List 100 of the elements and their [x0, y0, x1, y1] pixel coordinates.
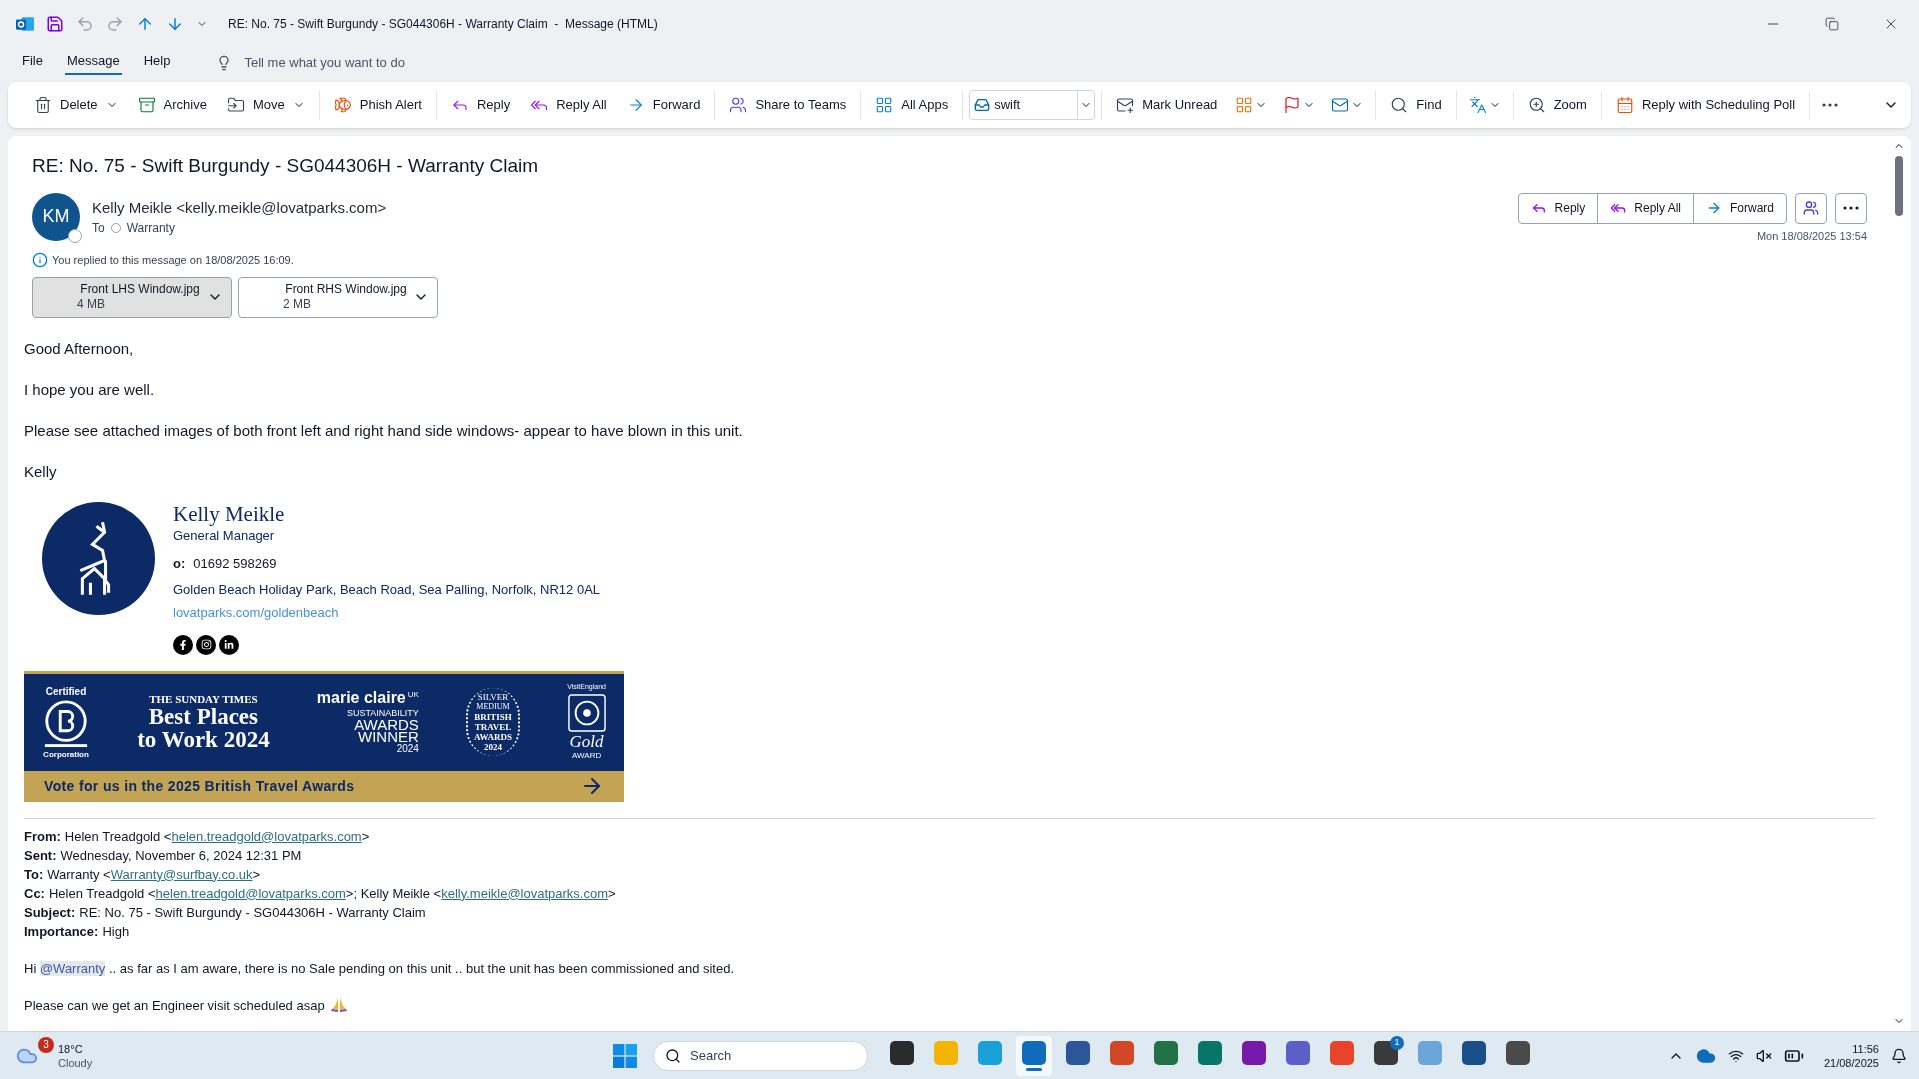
awards-banner[interactable]: [24, 670, 624, 802]
banner-text: Certified: [45, 684, 87, 699]
taskbar-search-field[interactable]: Search: [653, 1040, 868, 1071]
facebook-icon[interactable]: [173, 634, 193, 655]
menu-tab[interactable]: Help: [141, 51, 173, 75]
instagram-icon[interactable]: [196, 634, 216, 655]
menu-tab[interactable]: Message: [64, 51, 122, 75]
email-link[interactable]: kelly.meikle@lovatparks.com: [441, 885, 609, 901]
more-options-button[interactable]: [1835, 192, 1867, 224]
ribbon-button[interactable]: Share to Teams: [721, 90, 855, 120]
banner-text: AWARD: [572, 750, 602, 763]
message-text: Good Afternoon,: [24, 338, 135, 359]
window-title: RE: No. 75 - Swift Burgundy - SG044306H - Warranty Claim - Message (HTML): [228, 16, 658, 33]
website-link[interactable]: lovatparks.com/goldenbeach: [173, 603, 601, 623]
field-label: Importance:: [24, 922, 99, 941]
mention-link[interactable]: @Warranty: [39, 960, 106, 976]
arrow-down-icon[interactable]: [166, 15, 184, 33]
attachment-name: Front RHS Window.jpg: [285, 282, 407, 297]
signature-role: General Manager: [173, 526, 276, 545]
taskbar-app-icon[interactable]: [1016, 1035, 1052, 1076]
outlook-logo-icon[interactable]: [16, 15, 34, 33]
email-link[interactable]: helen.treadgold@lovatparks.com: [155, 885, 346, 901]
ribbon-button[interactable]: Reply with Scheduling Poll: [1607, 90, 1804, 120]
ribbon-button[interactable]: Mark Unread: [1108, 90, 1226, 120]
envelope-icon: [1116, 96, 1135, 114]
field-label: Cc:: [24, 884, 45, 903]
apps-grid-icon: [875, 96, 894, 114]
linkedin-icon[interactable]: [219, 634, 239, 655]
recipient-name[interactable]: Warranty: [126, 219, 175, 237]
header-action-button[interactable]: Reply All: [1597, 193, 1693, 223]
attachment-card[interactable]: Front RHS Window.jpg 2 MB: [238, 276, 438, 318]
banner-text: AWARDS: [474, 732, 513, 742]
weather-temperature: 18°C: [58, 1041, 84, 1056]
sender-name[interactable]: Kelly Meikle <kelly.meikle@lovatparks.com>: [92, 196, 387, 219]
ribbon-button[interactable]: Find: [1382, 90, 1450, 120]
field-label: Subject:: [24, 903, 76, 922]
teams-icon: [729, 96, 748, 114]
ribbon-button[interactable]: Reply All: [522, 90, 615, 120]
ribbon-button[interactable]: Delete: [26, 90, 126, 120]
weather-condition: Cloudy: [58, 1055, 93, 1070]
sender-avatar: KM: [32, 192, 80, 241]
banner-text: Corporation: [43, 748, 89, 761]
categorize-icon: [1235, 96, 1254, 114]
search-icon: [1390, 96, 1409, 114]
forward-icon: [1706, 200, 1722, 216]
folder-tray-icon: [974, 97, 991, 113]
more-icon: [1822, 103, 1839, 107]
trash-icon: [34, 96, 52, 114]
move-folder-icon: [226, 96, 245, 114]
zoom-icon: [1527, 96, 1546, 114]
field-value: Helen Treadgold <helen.treadgold@lovatparks.com>; Kelly Meikle <kelly.meikle@lovatparks.com>: [48, 884, 616, 903]
message-text: Please can we get an Engineer visit scheduled asap: [24, 995, 1875, 1015]
banner-text: Gold: [569, 734, 604, 751]
field-value: Helen Treadgold <helen.treadgold@lovatparks.com>: [64, 827, 370, 846]
restore-icon[interactable]: [1825, 17, 1839, 31]
scrollbar-thumb[interactable]: [1895, 156, 1903, 216]
banner-text: Vote for us in the 2025 British Travel Awards: [44, 776, 355, 796]
ribbon-button[interactable]: All Apps: [867, 90, 957, 120]
header-action-button[interactable]: Reply: [1518, 193, 1598, 223]
ribbon-button[interactable]: Archive: [129, 90, 215, 120]
info-icon: [32, 252, 48, 269]
translate-icon: [1468, 96, 1487, 114]
save-icon[interactable]: [46, 15, 64, 33]
message-subject: RE: No. 75 - Swift Burgundy - SG044306H - Warranty Claim: [32, 154, 540, 178]
ribbon-button[interactable]: Reply: [442, 90, 519, 120]
notification-badge: 1: [1390, 1035, 1404, 1050]
header-action-button[interactable]: Forward: [1693, 193, 1786, 223]
email-link[interactable]: Warranty@surfbay.co.uk: [110, 866, 253, 882]
folder-combo-field[interactable]: swift: [969, 90, 1096, 120]
to-label: To: [92, 220, 105, 237]
speaker-muted-icon[interactable]: [1755, 1047, 1772, 1064]
start-button-icon[interactable]: [613, 1043, 637, 1068]
ribbon-button[interactable]: Phish Alert: [325, 90, 430, 120]
ribbon-button[interactable]: Zoom: [1519, 90, 1595, 120]
field-label: From:: [24, 827, 61, 846]
menu-tab[interactable]: File: [20, 51, 45, 75]
teams-icon-button[interactable]: [1795, 192, 1827, 224]
clock-date[interactable]: 21/08/2025: [1823, 1055, 1879, 1070]
email-link[interactable]: helen.treadgold@lovatparks.com: [171, 828, 362, 844]
undo-icon[interactable]: [76, 15, 94, 33]
banner-text: SUSTAINABILITY: [347, 707, 419, 719]
notification-badge: 3: [38, 1036, 54, 1053]
message-date: Mon 18/08/2025 13:54: [1756, 228, 1867, 244]
clock-time[interactable]: 11:56: [1852, 1041, 1879, 1056]
search-icon: [665, 1047, 681, 1064]
ribbon-button[interactable]: Forward: [618, 90, 709, 120]
tell-me-search-field[interactable]: Tell me what you want to do: [244, 53, 465, 73]
phone-label: o:: [173, 555, 186, 573]
banner-text: AWARDS: [354, 719, 419, 731]
fish-icon: [333, 96, 352, 114]
attachment-card[interactable]: Front LHS Window.jpg 4 MB: [32, 276, 232, 318]
ribbon-button[interactable]: Move: [218, 90, 313, 120]
notifications-icon[interactable]: [1891, 1047, 1907, 1064]
more-icon: [1843, 206, 1859, 210]
attachment-name: Front LHS Window.jpg: [80, 282, 200, 297]
banner-text: Best Places: [148, 704, 258, 728]
field-value: Wednesday, November 6, 2024 12:31 PM: [60, 846, 302, 865]
message-text: Please see attached images of both front left and right hand side windows- appear to have blown in this unit.: [24, 420, 744, 441]
field-value: Warranty <Warranty@surfbay.co.uk>: [47, 865, 261, 884]
redo-icon[interactable]: [106, 15, 124, 33]
